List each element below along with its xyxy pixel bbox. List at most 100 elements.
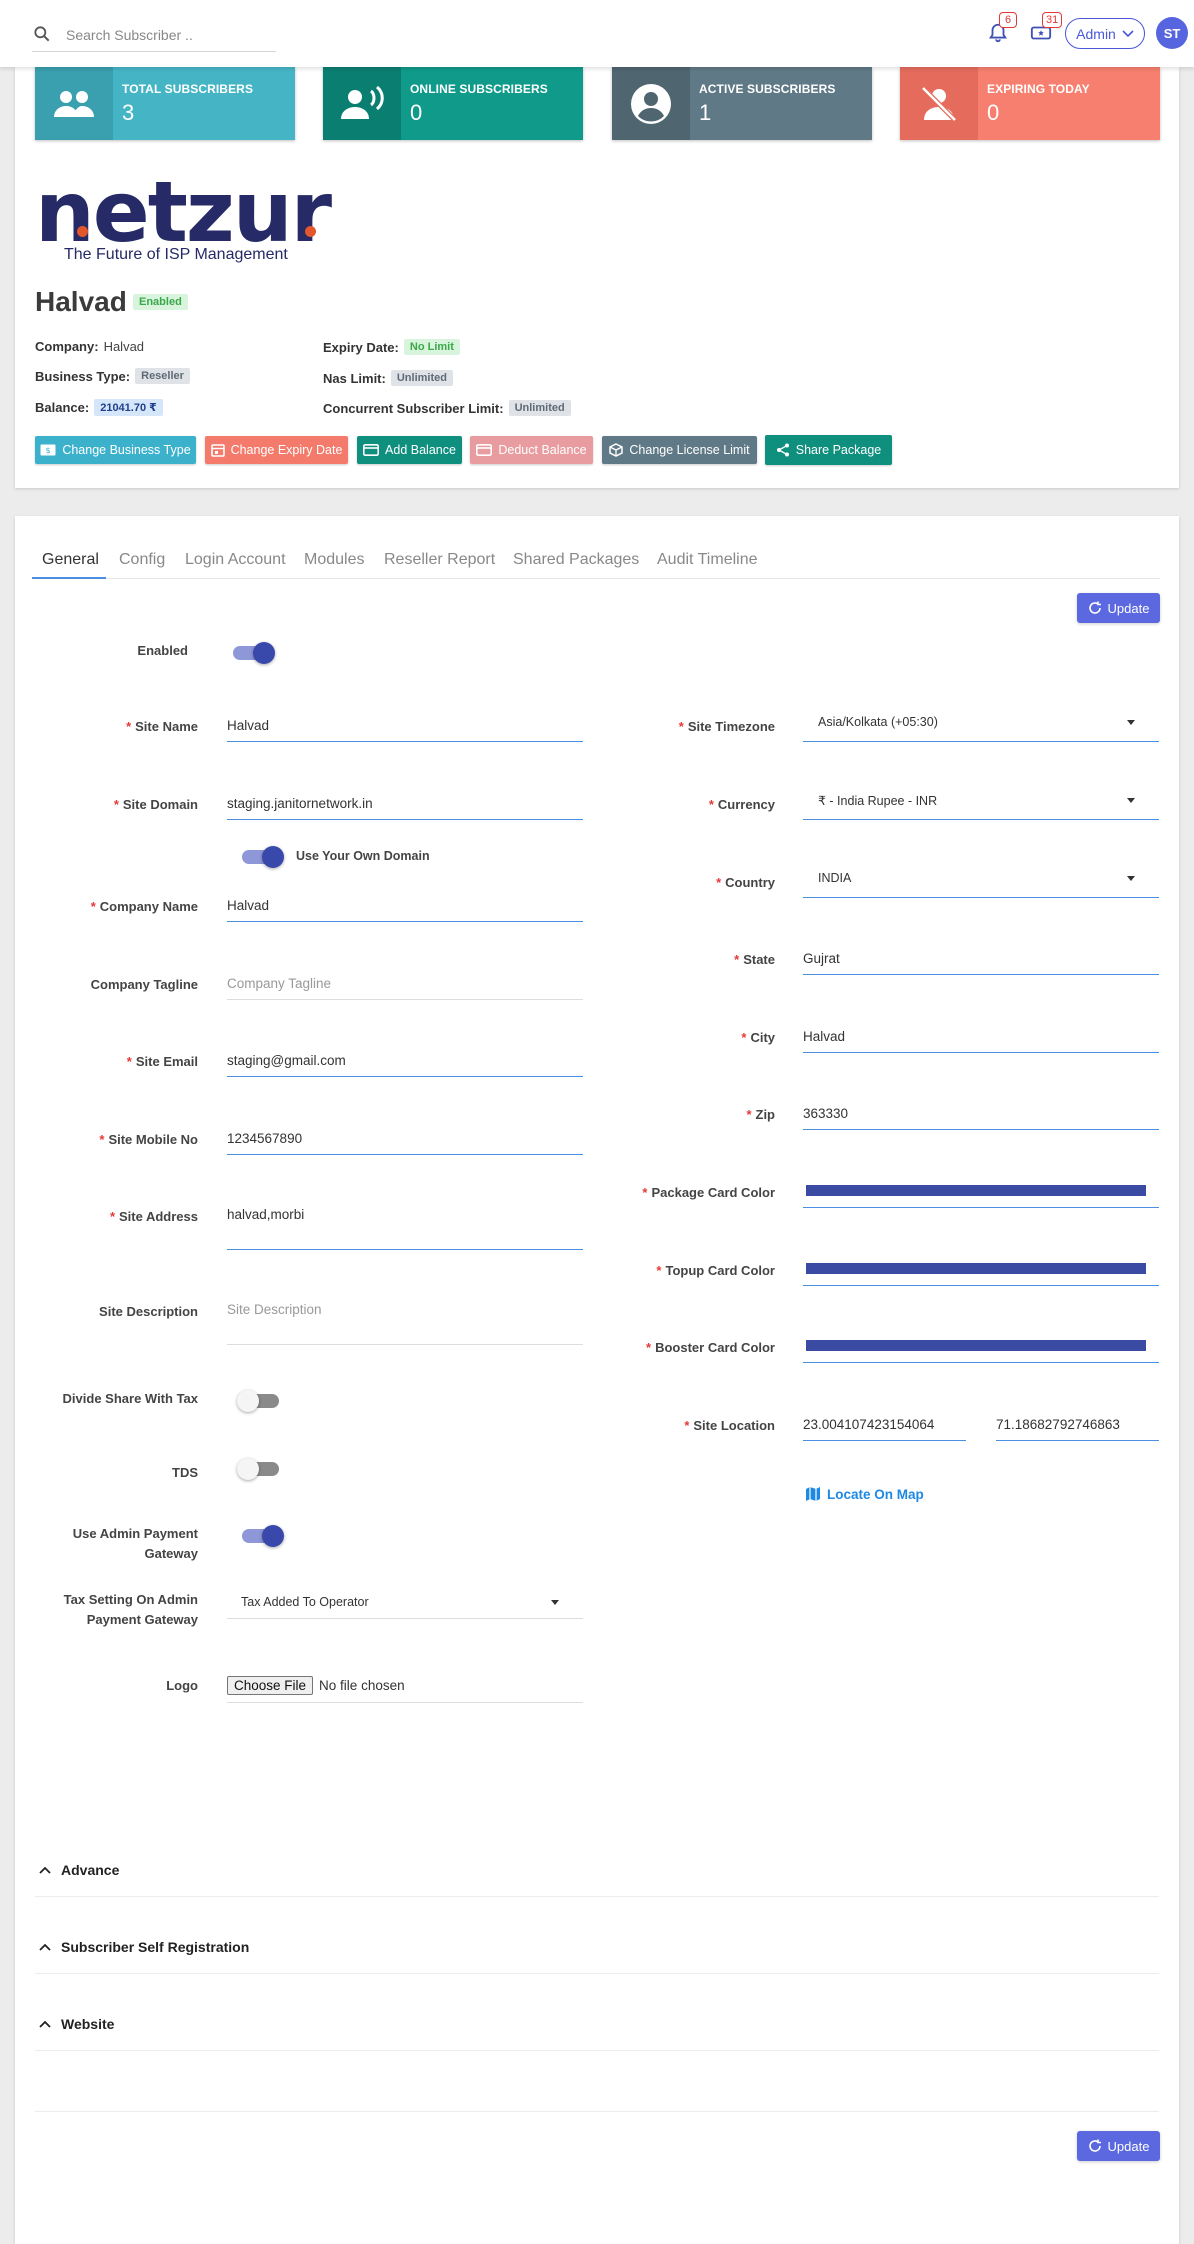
admin-menu-button[interactable]: Admin [1065, 18, 1145, 49]
site-address-label: * Site Address [109, 1209, 198, 1224]
stat-value: 1 [699, 100, 712, 125]
package-color-picker[interactable] [803, 1178, 1159, 1208]
alerts-count: 6 [999, 12, 1017, 28]
chevron-up-icon [39, 1866, 51, 1874]
balance-info: Balance: 21041.70 ₹ [35, 399, 163, 416]
tds-toggle[interactable] [237, 1458, 279, 1480]
currency-select[interactable]: ₹ - India Rupee - INR [803, 790, 1159, 820]
zip-input[interactable]: 363330 [803, 1100, 1159, 1130]
tax-setting-select[interactable]: Tax Added To Operator [227, 1589, 583, 1619]
accordion-advance[interactable]: Advance [35, 1843, 1159, 1897]
site-address-input[interactable]: halvad,morbi [227, 1201, 583, 1250]
admin-gateway-toggle[interactable] [242, 1525, 284, 1547]
own-domain-label: Use Your Own Domain [296, 849, 430, 863]
latitude-input[interactable]: 23.004107423154064 [803, 1411, 966, 1441]
city-label: * City [741, 1030, 775, 1045]
file-status: No file chosen [319, 1677, 405, 1693]
stat-label: TOTAL SUBSCRIBERS [122, 82, 254, 96]
tab-reseller-report[interactable]: Reseller Report [384, 551, 495, 569]
accordion-self-registration[interactable]: Subscriber Self Registration [35, 1920, 1159, 1974]
tab-config[interactable]: Config [119, 551, 165, 569]
timezone-select[interactable]: Asia/Kolkata (+05:30) [803, 712, 1159, 742]
money-icon: $ [40, 444, 56, 456]
logo-file-input[interactable]: Choose File No file chosen [227, 1668, 583, 1703]
tickets-count: 31 [1042, 12, 1063, 28]
choose-file-button[interactable]: Choose File [227, 1675, 314, 1695]
change-expiry-date-button[interactable]: Change Expiry Date [205, 436, 348, 464]
site-domain-input[interactable]: staging.janitornetwork.in [227, 790, 583, 820]
stat-card-active-subscribers[interactable]: ACTIVE SUBSCRIBERS 1 [612, 67, 872, 140]
stat-label: EXPIRING TODAY [987, 82, 1090, 96]
own-domain-toggle[interactable] [242, 846, 284, 868]
topup-color-label: * Topup Card Color [656, 1263, 775, 1278]
map-icon [806, 1487, 820, 1501]
enabled-toggle[interactable] [233, 642, 275, 664]
stat-card-total-subscribers[interactable]: TOTAL SUBSCRIBERS 3 [35, 67, 295, 140]
reseller-name: Halvad [35, 286, 127, 317]
stat-value: 0 [987, 100, 1000, 125]
site-name-input[interactable]: Halvad [227, 712, 583, 742]
site-location-label: * Site Location [684, 1418, 775, 1433]
tab-general[interactable]: General [42, 551, 99, 569]
search-box [32, 20, 276, 52]
state-input[interactable]: Gujrat [803, 945, 1159, 975]
update-button-top[interactable]: Update [1077, 593, 1160, 623]
chevron-down-icon [1122, 29, 1134, 37]
stat-label: ONLINE SUBSCRIBERS [410, 82, 548, 96]
topup-color-picker[interactable] [803, 1256, 1159, 1286]
chevron-up-icon [39, 1943, 51, 1951]
concurrent-limit-info: Concurrent Subscriber Limit: Unlimited [323, 400, 571, 416]
locate-on-map-link[interactable]: Locate On Map [805, 1486, 924, 1502]
calendar-icon [210, 444, 225, 457]
change-license-limit-button[interactable]: Change License Limit [602, 436, 757, 464]
longitude-input[interactable]: 71.18682792746863 [996, 1411, 1159, 1441]
country-label: * Country [716, 875, 775, 890]
company-name-input[interactable]: Halvad [227, 892, 583, 922]
user-off-icon [921, 85, 957, 122]
stat-value: 0 [410, 100, 423, 125]
site-name-label: * Site Name [126, 719, 198, 734]
logo-tagline: The Future of ISP Management [64, 246, 288, 263]
update-button-bottom[interactable]: Update [1077, 2131, 1160, 2161]
package-color-swatch [806, 1185, 1146, 1196]
caret-down-icon [1127, 798, 1135, 803]
company-tagline-input[interactable]: Company Tagline [227, 970, 583, 1000]
tab-modules[interactable]: Modules [304, 551, 364, 569]
company-tagline-label: Company Tagline [90, 977, 198, 992]
state-label: * State [734, 952, 775, 967]
tab-audit-timeline[interactable]: Audit Timeline [657, 551, 758, 569]
alerts-button[interactable]: 6 [985, 12, 1017, 48]
tickets-button[interactable]: 31 [1028, 12, 1063, 48]
divide-share-toggle[interactable] [237, 1390, 279, 1412]
site-email-input[interactable]: staging@gmail.com [227, 1047, 583, 1077]
country-select[interactable]: INDIA [803, 868, 1159, 898]
tab-login-account[interactable]: Login Account [185, 551, 286, 569]
add-balance-button[interactable]: Add Balance [357, 436, 462, 464]
stat-card-expiring-today[interactable]: EXPIRING TODAY 0 [900, 67, 1160, 140]
stat-value: 3 [122, 100, 135, 125]
admin-menu-label: Admin [1076, 25, 1116, 42]
tab-shared-packages[interactable]: Shared Packages [513, 551, 639, 569]
site-description-label: Site Description [99, 1304, 198, 1319]
avatar[interactable]: ST [1156, 17, 1188, 49]
search-icon [34, 26, 50, 42]
deduct-balance-button[interactable]: Deduct Balance [470, 436, 593, 464]
site-description-input[interactable]: Site Description [227, 1296, 583, 1345]
stat-card-online-subscribers[interactable]: ONLINE SUBSCRIBERS 0 [323, 67, 583, 140]
site-email-label: * Site Email [126, 1054, 198, 1069]
city-input[interactable]: Halvad [803, 1023, 1159, 1053]
zip-label: * Zip [746, 1107, 775, 1122]
topup-color-swatch [806, 1263, 1146, 1274]
booster-color-picker[interactable] [803, 1333, 1159, 1363]
search-input[interactable] [66, 20, 266, 50]
voice-user-icon [341, 85, 384, 119]
change-business-type-button[interactable]: $ Change Business Type [35, 436, 196, 464]
site-mobile-input[interactable]: 1234567890 [227, 1125, 583, 1155]
share-package-button[interactable]: Share Package [765, 435, 892, 465]
accordion-website[interactable]: Website [35, 1997, 1159, 2051]
currency-label: * Currency [708, 797, 775, 812]
expiry-info: Expiry Date: No Limit [323, 339, 460, 355]
timezone-label: * Site Timezone [678, 719, 775, 734]
chevron-up-icon [39, 2020, 51, 2028]
booster-color-swatch [806, 1340, 1146, 1351]
